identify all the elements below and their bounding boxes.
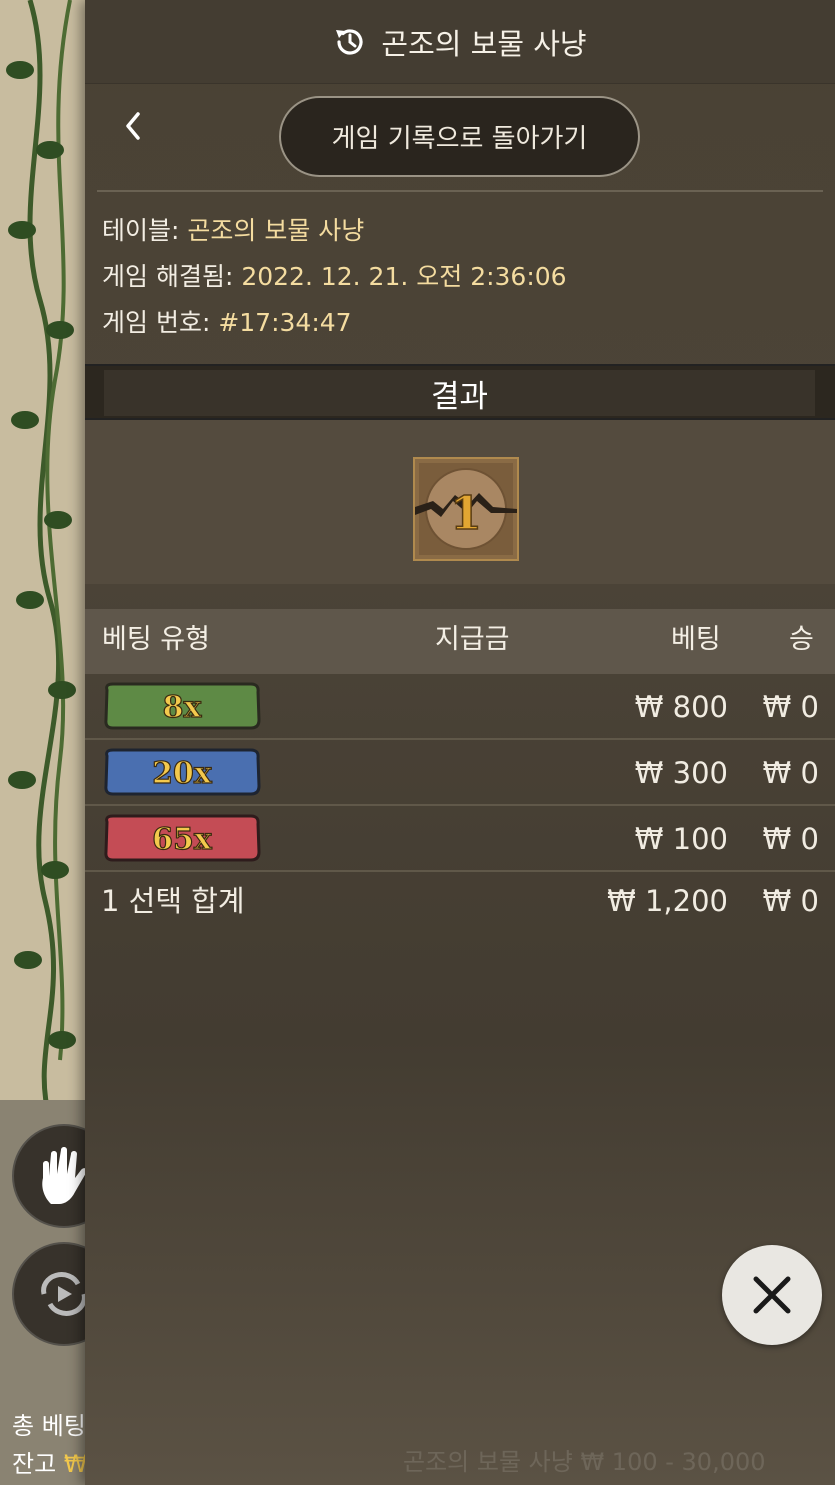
total-row: 1 선택 합계 ₩ 1,200 ₩ 0 <box>85 873 835 929</box>
bet-amount: ₩ 100 <box>634 822 728 856</box>
balance-label: 잔고 <box>12 1450 57 1478</box>
game-number-value: #17:34:47 <box>218 308 352 337</box>
header-bet-type: 베팅 유형 <box>102 624 210 655</box>
result-heading: 결과 <box>104 370 815 416</box>
table-info: 테이블: 곤조의 보물 사냥 <box>102 214 835 260</box>
header-bet: 베팅 <box>671 624 721 655</box>
table-label: 테이블: <box>102 216 180 245</box>
resolved-info: 게임 해결됨: 2022. 12. 21. 오전 2:36:06 <box>102 260 835 306</box>
resolved-value: 2022. 12. 21. 오전 2:36:06 <box>241 262 567 291</box>
resolved-label: 게임 해결됨: <box>102 262 234 291</box>
repeat-icon <box>41 1272 87 1316</box>
nav-row: 게임 기록으로 돌아가기 <box>85 84 835 190</box>
close-button[interactable] <box>722 1245 822 1345</box>
win-amount: ₩ 0 <box>762 690 819 724</box>
header-win: 승 <box>789 624 814 655</box>
bet-amount: ₩ 300 <box>634 756 728 790</box>
table-value: 곤조의 보물 사냥 <box>187 216 365 245</box>
total-label: 1 선택 합계 <box>101 884 245 918</box>
total-bet: ₩ 1,200 <box>607 884 728 918</box>
return-to-history-button[interactable]: 게임 기록으로 돌아가기 <box>279 96 640 177</box>
game-number-info: 게임 번호: #17:34:47 <box>102 306 835 352</box>
panel-header: 곤조의 보물 사냥 <box>85 0 835 84</box>
multiplier-label: 8x <box>163 690 203 725</box>
result-tile: 1 <box>413 457 519 561</box>
win-amount: ₩ 0 <box>762 756 819 790</box>
bet-table-header: 베팅 유형 지급금 베팅 승 <box>85 609 835 674</box>
table-row: 20x ₩ 300 ₩ 0 <box>85 740 835 806</box>
result-tile-number: 1 <box>450 486 482 540</box>
multiplier-badge: 65x <box>104 814 261 862</box>
ghost-footer-text: 곤조의 보물 사냥 ₩ 100 - 30,000 <box>403 1448 766 1476</box>
multiplier-label: 65x <box>152 822 213 857</box>
hand-icon <box>42 1147 87 1204</box>
game-info: 테이블: 곤조의 보물 사냥 게임 해결됨: 2022. 12. 21. 오전 … <box>85 192 835 352</box>
table-row: 8x ₩ 800 ₩ 0 <box>85 674 835 740</box>
win-amount: ₩ 0 <box>762 822 819 856</box>
table-row: 65x ₩ 100 ₩ 0 <box>85 806 835 872</box>
game-number-label: 게임 번호: <box>102 308 211 337</box>
multiplier-badge: 8x <box>104 682 261 730</box>
chevron-left-icon <box>126 112 140 140</box>
back-button[interactable] <box>115 108 151 144</box>
history-icon <box>336 28 363 55</box>
close-icon <box>753 1276 791 1314</box>
multiplier-badge: 20x <box>104 748 261 796</box>
multiplier-label: 20x <box>152 756 213 791</box>
game-history-panel: 곤조의 보물 사냥 게임 기록으로 돌아가기 테이블: 곤조의 보물 사냥 게임… <box>85 0 835 1485</box>
header-payout: 지급금 <box>435 624 510 655</box>
panel-title: 곤조의 보물 사냥 <box>381 26 587 61</box>
result-area: 1 <box>85 420 835 584</box>
balance-currency: ₩ <box>63 1450 88 1478</box>
bet-amount: ₩ 800 <box>634 690 728 724</box>
result-heading-bar: 결과 <box>85 364 835 420</box>
total-win: ₩ 0 <box>762 884 819 918</box>
balance-row: 잔고 ₩ <box>12 1444 88 1479</box>
